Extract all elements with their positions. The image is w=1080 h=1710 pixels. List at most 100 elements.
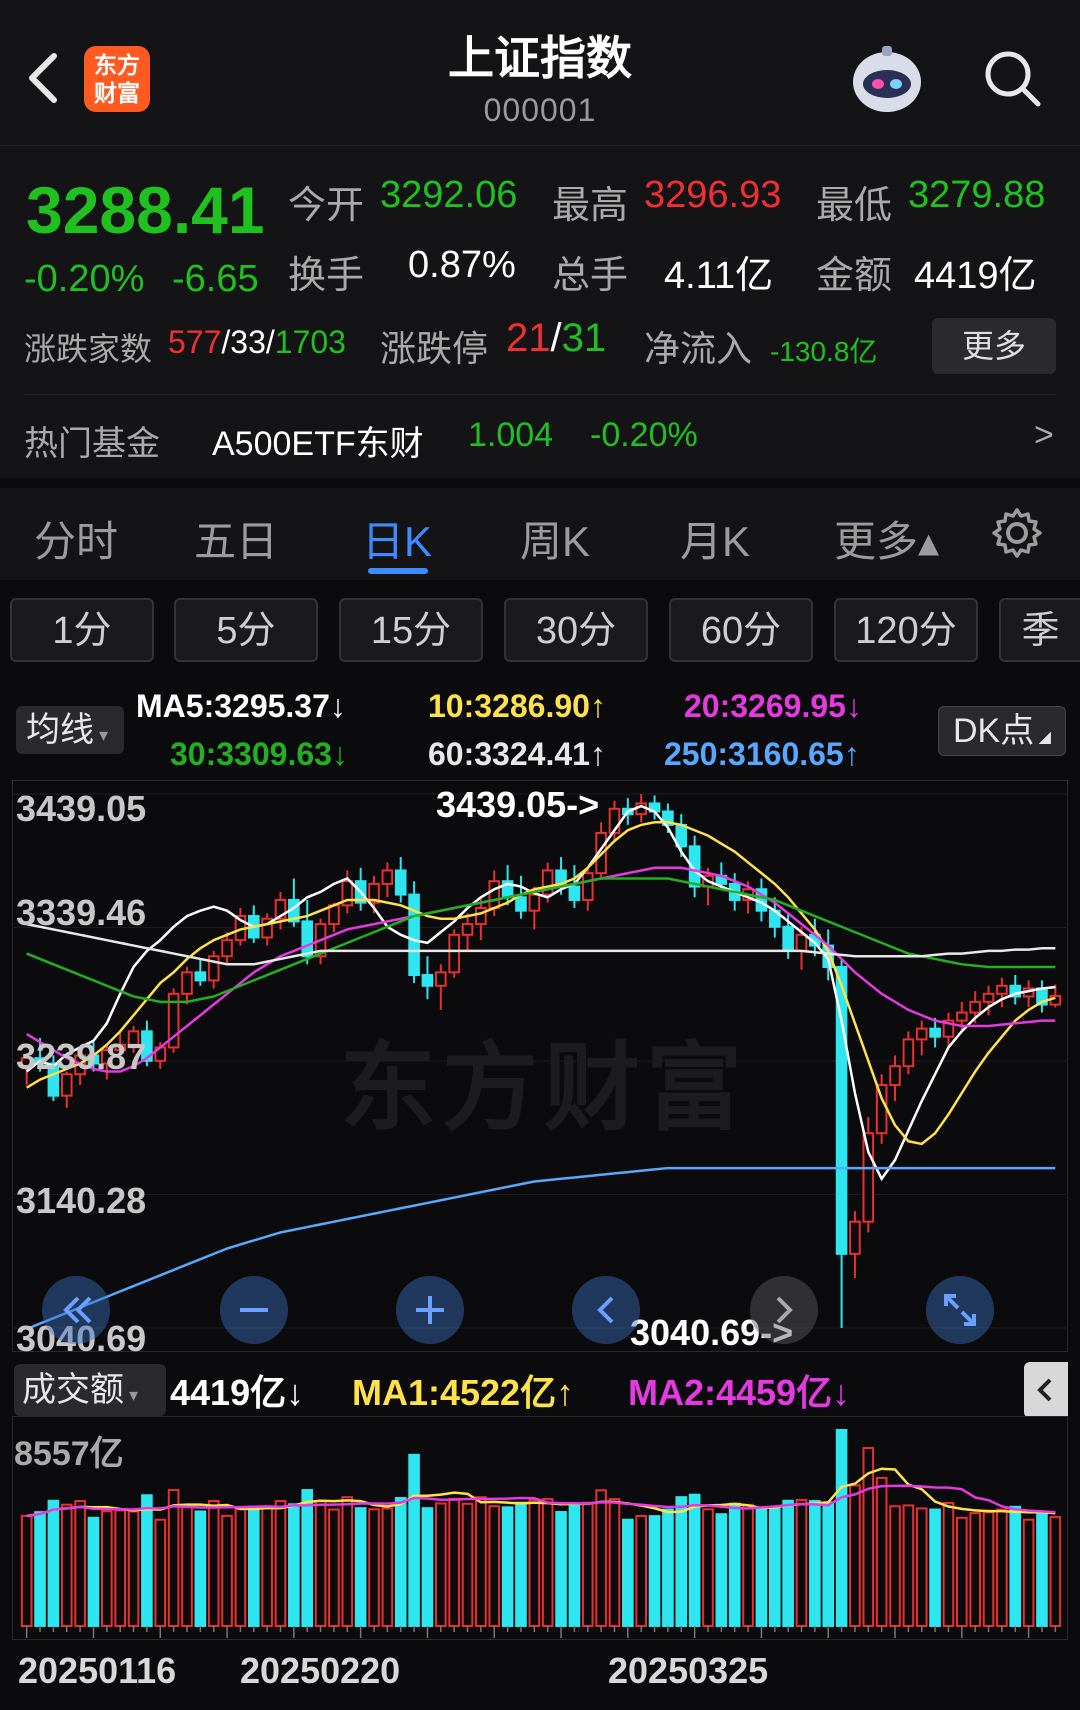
robot-avatar-icon[interactable]	[846, 38, 928, 120]
candle-body	[889, 1065, 901, 1086]
volume-bar	[87, 1516, 100, 1627]
zoom-in-button[interactable]	[396, 1276, 464, 1344]
change-amount: -6.65	[172, 258, 259, 300]
high-value: 3296.93	[644, 174, 782, 216]
netflow-value: -130.8亿	[770, 336, 878, 367]
gear-icon[interactable]	[990, 506, 1044, 560]
open-value: 3292.06	[380, 174, 518, 216]
hot-fund-arrow-icon[interactable]: >	[1034, 416, 1054, 455]
volume-bar	[568, 1504, 581, 1627]
chevron-left-icon	[1037, 1378, 1052, 1402]
hot-fund-name[interactable]: A500ETF东财	[212, 416, 424, 465]
candle-body	[902, 1038, 915, 1068]
date-label-2: 20250220	[240, 1650, 401, 1691]
candle-body	[1049, 994, 1062, 1006]
tab-fenshi[interactable]: 分时	[34, 508, 118, 569]
volume-bar	[515, 1501, 527, 1627]
volume-bar	[194, 1510, 207, 1627]
volume-bar	[234, 1508, 247, 1627]
turnover-value: 0.87%	[408, 244, 516, 286]
volume-dropdown[interactable]: 成交额 ▾	[14, 1364, 166, 1416]
volume-bar	[1009, 1505, 1022, 1627]
tab-more[interactable]: 更多▴	[834, 508, 939, 569]
tab-wuri[interactable]: 五日	[194, 508, 278, 569]
collapse-panel-button[interactable]	[1024, 1362, 1068, 1418]
high-label: 最高	[552, 185, 629, 227]
volume-bar	[782, 1499, 794, 1627]
candle-body	[475, 907, 487, 926]
zoom-out-button[interactable]	[220, 1276, 288, 1344]
expand-icon	[944, 1294, 976, 1326]
candle-body	[996, 984, 1008, 995]
active-tab-indicator	[368, 568, 428, 574]
interval-15min[interactable]: 15分	[339, 598, 483, 662]
volume-bar	[114, 1509, 127, 1627]
volume-ma2: MA2:4459亿↓	[628, 1372, 851, 1413]
candle-body	[849, 1220, 861, 1255]
interval-1min[interactable]: 1分	[10, 598, 154, 662]
volume-bar	[822, 1501, 835, 1627]
volume-bar	[915, 1507, 928, 1627]
ma-dropdown[interactable]: 均线 ▾	[16, 706, 124, 754]
volume-bar	[528, 1498, 541, 1627]
candle-body	[955, 1011, 968, 1022]
volume-bar	[408, 1453, 420, 1627]
volume-chart[interactable]	[12, 1416, 1068, 1640]
volume-label: 总手	[552, 255, 629, 297]
candle-body	[381, 869, 394, 885]
volume-bar	[742, 1503, 754, 1627]
search-icon[interactable]	[980, 46, 1044, 110]
dk-point-button[interactable]: DK点 ◢	[938, 706, 1066, 756]
more-button[interactable]: 更多	[932, 318, 1056, 374]
volume-bar	[261, 1506, 273, 1627]
breadth-up: 577	[168, 324, 222, 360]
fullscreen-button[interactable]	[926, 1276, 994, 1344]
tab-week-k[interactable]: 周K	[520, 508, 590, 569]
candle-body	[181, 971, 193, 995]
volume-bar	[608, 1498, 621, 1627]
volume-bar	[20, 1514, 33, 1627]
hot-fund-change: -0.20%	[590, 416, 698, 454]
y-label-4: 3140.28	[16, 1180, 147, 1221]
volume-bar	[274, 1500, 287, 1627]
amount-value: 4419亿	[914, 255, 1037, 297]
tab-month-k[interactable]: 月K	[680, 508, 750, 569]
candle	[167, 988, 180, 1053]
candle-body	[328, 904, 340, 926]
volume-bar	[448, 1497, 460, 1627]
breadth-label: 涨跌家数	[24, 331, 153, 367]
candle-body	[194, 971, 207, 982]
breadth-slash-2: /	[265, 324, 275, 360]
candle-body	[301, 920, 314, 958]
interval-60min[interactable]: 60分	[669, 598, 813, 662]
corner-triangle-icon: ◢	[1034, 729, 1051, 746]
scroll-right-button[interactable]	[750, 1276, 818, 1344]
volume-bar	[328, 1508, 340, 1627]
breadth-values: 577/33/1703	[168, 324, 346, 361]
interval-quarter[interactable]: 季	[999, 598, 1080, 662]
chevron-right-icon	[776, 1296, 793, 1324]
interval-30min[interactable]: 30分	[504, 598, 648, 662]
volume-bar	[768, 1506, 781, 1627]
breadth-down: 1703	[274, 324, 346, 360]
candle-body	[408, 893, 420, 977]
plus-icon	[416, 1296, 444, 1324]
watermark: 东方财富	[340, 1035, 748, 1142]
hot-fund-label: 热门基金	[24, 425, 160, 463]
interval-120min[interactable]: 120分	[834, 598, 978, 662]
volume-bar	[875, 1476, 888, 1628]
volume-bar	[141, 1494, 153, 1627]
volume-bar	[47, 1499, 60, 1627]
scroll-left-button[interactable]	[572, 1276, 640, 1344]
volume-bar	[501, 1506, 514, 1627]
volume-bar	[581, 1501, 594, 1627]
volume-bar	[996, 1508, 1008, 1627]
y-label-3: 3239.87	[16, 1036, 147, 1077]
scroll-left-fast-button[interactable]	[42, 1276, 110, 1344]
tab-day-k[interactable]: 日K	[362, 508, 432, 569]
dk-point-label: DK点	[953, 712, 1035, 750]
interval-5min[interactable]: 5分	[174, 598, 318, 662]
ma30-value: 30:3309.63↓	[170, 736, 348, 772]
candle-body	[782, 925, 794, 952]
candle-body	[421, 974, 434, 987]
